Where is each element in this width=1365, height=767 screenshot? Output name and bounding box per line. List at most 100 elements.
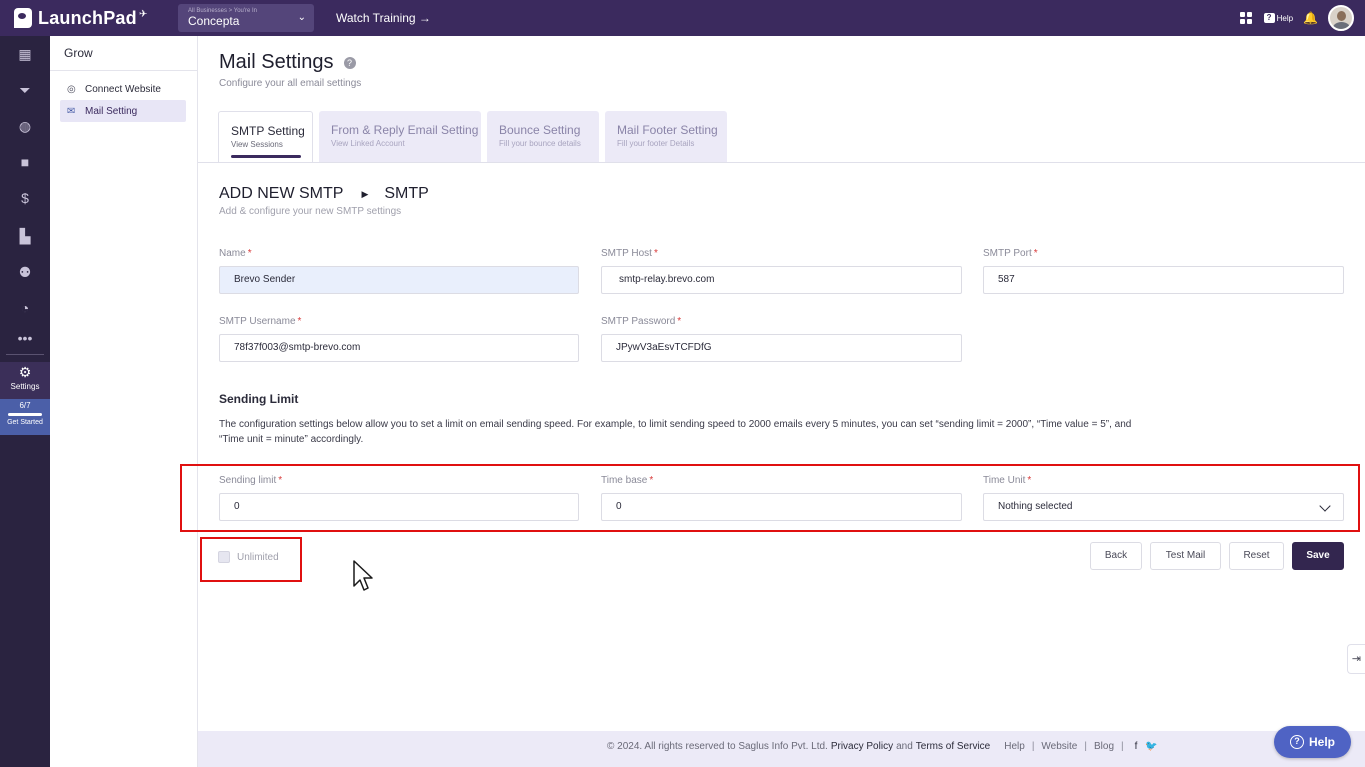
dashboard-icon[interactable]: ▦ xyxy=(0,44,50,64)
breadcrumb-parent[interactable]: ADD NEW SMTP xyxy=(219,185,343,203)
users-icon[interactable]: ⚉ xyxy=(0,262,50,282)
footer-separator: | xyxy=(1121,741,1124,752)
question-icon: ? xyxy=(1289,735,1304,749)
main-content: Mail Settings ? Configure your all email… xyxy=(180,36,1365,731)
logo-text: LaunchPad xyxy=(38,7,137,28)
caret-right-icon: ▶ xyxy=(361,188,369,199)
sidebar-item-connect-website[interactable]: ◎ Connect Website xyxy=(60,78,186,100)
test-mail-button[interactable]: Test Mail xyxy=(1150,542,1221,570)
get-started-widget[interactable]: 6/7 Get Started xyxy=(0,399,50,435)
tab-bar: SMTP Setting View Sessions From & Reply … xyxy=(218,111,733,162)
sidebar-title: Grow xyxy=(64,46,93,60)
smtp-host-field[interactable]: smtp-relay.brevo.com xyxy=(601,266,962,294)
reset-button[interactable]: Reset xyxy=(1229,542,1284,570)
tab-label: Bounce Setting xyxy=(499,123,581,137)
watch-training-link[interactable]: Watch Training → xyxy=(336,11,431,25)
footer-and: and xyxy=(896,741,913,752)
launchpad-logo-icon xyxy=(14,8,32,28)
sidebar-item-mail-setting[interactable]: ✉ Mail Setting xyxy=(60,100,186,122)
footer-separator: | xyxy=(1084,741,1087,752)
smtp-password-label: SMTP Password * xyxy=(601,316,682,327)
collapse-panel-icon[interactable]: ⇥ xyxy=(1347,644,1365,674)
secondary-sidebar: Grow ◎ Connect Website ✉ Mail Setting xyxy=(50,36,198,767)
sending-limit-description: The configuration settings below allow y… xyxy=(219,419,1132,445)
footer-help-link[interactable]: Help xyxy=(1004,741,1025,752)
page-title: Mail Settings ? xyxy=(219,51,356,74)
help-chat-button[interactable]: ? Help xyxy=(1274,726,1351,758)
get-started-label: Get Started xyxy=(7,419,43,426)
sidebar-item-label: Mail Setting xyxy=(85,105,138,117)
page-subtitle: Configure your all email settings xyxy=(219,78,362,89)
tab-smtp-setting[interactable]: SMTP Setting View Sessions xyxy=(218,111,313,162)
smtp-port-field[interactable]: 587 xyxy=(983,266,1344,294)
logo[interactable]: LaunchPad ✈ xyxy=(14,8,164,29)
back-button[interactable]: Back xyxy=(1090,542,1142,570)
settings-label: Settings xyxy=(10,382,40,391)
smtp-password-field[interactable]: JPywV3aEsvTCFDfG xyxy=(601,334,962,362)
terms-of-service-link[interactable]: Terms of Service xyxy=(916,741,990,752)
tab-active-indicator xyxy=(231,155,301,158)
breadcrumb-current: SMTP xyxy=(384,185,429,202)
tab-sublabel: View Linked Account xyxy=(331,139,405,148)
breadcrumb: ADD NEW SMTP ▶ SMTP xyxy=(219,185,429,203)
help-link[interactable]: ? Help xyxy=(1263,13,1294,23)
tab-mail-footer-setting[interactable]: Mail Footer Setting Fill your footer Det… xyxy=(605,111,727,162)
rocket-icon: ✈ xyxy=(138,8,148,20)
business-selector[interactable]: All Businesses > You're In Concepta ⌄ xyxy=(178,4,314,32)
smtp-host-label: SMTP Host * xyxy=(601,248,658,259)
globe-icon: ◎ xyxy=(67,83,76,95)
smtp-username-field[interactable]: 78f37f003@smtp-brevo.com xyxy=(219,334,579,362)
footer-website-link[interactable]: Website xyxy=(1041,741,1077,752)
highlight-box-unlimited xyxy=(200,537,302,582)
chart-icon[interactable]: ▙ xyxy=(0,226,50,246)
bell-icon[interactable]: 🔔 xyxy=(1303,11,1318,25)
mouse-cursor-icon xyxy=(353,560,373,591)
tabs-divider xyxy=(198,162,1365,163)
apps-grid-icon[interactable] xyxy=(1239,12,1252,24)
tab-sublabel: Fill your footer Details xyxy=(617,139,695,148)
tab-label: SMTP Setting xyxy=(231,124,305,138)
tab-sublabel: Fill your bounce details xyxy=(499,139,581,148)
footer-separator: | xyxy=(1031,741,1035,752)
tab-label: Mail Footer Setting xyxy=(617,123,718,137)
tab-bounce-setting[interactable]: Bounce Setting Fill your bounce details xyxy=(487,111,599,162)
facebook-icon[interactable]: f xyxy=(1135,741,1138,752)
avatar[interactable] xyxy=(1328,5,1354,31)
business-name: Concepta xyxy=(188,14,240,28)
smtp-username-label: SMTP Username * xyxy=(219,316,302,327)
sidebar-divider xyxy=(50,70,197,71)
footer-blog-link[interactable]: Blog xyxy=(1094,741,1114,752)
tab-from-reply-email-setting[interactable]: From & Reply Email Setting View Linked A… xyxy=(319,111,481,162)
section-subtitle: Add & configure your new SMTP settings xyxy=(219,206,402,217)
smtp-port-label: SMTP Port * xyxy=(983,248,1038,259)
help-icon: ? xyxy=(1263,13,1275,23)
highlight-box-limit-fields xyxy=(180,464,1360,532)
gear-icon: ⚙ xyxy=(18,364,32,380)
tab-sublabel: View Sessions xyxy=(231,140,283,149)
progress-count: 6/7 xyxy=(19,401,31,410)
help-label: Help xyxy=(1276,13,1294,23)
rail-divider xyxy=(6,354,44,355)
name-field[interactable]: Brevo Sender xyxy=(219,266,579,294)
help-chat-label: Help xyxy=(1308,735,1335,749)
gauge-icon[interactable]: ◔ xyxy=(0,298,50,318)
funnel-icon[interactable]: ⏷ xyxy=(0,80,50,100)
chevron-down-icon: ⌄ xyxy=(297,12,306,23)
settings-nav[interactable]: ⚙ Settings xyxy=(0,362,50,400)
video-icon[interactable]: ■ xyxy=(0,152,50,172)
more-icon[interactable]: ••• xyxy=(0,328,50,348)
question-icon[interactable]: ? xyxy=(343,56,356,69)
top-bar: LaunchPad ✈ All Businesses > You're In C… xyxy=(0,0,1365,36)
sidebar-item-label: Connect Website xyxy=(85,83,161,95)
page-title-text: Mail Settings xyxy=(219,51,334,73)
mail-icon: ✉ xyxy=(67,105,76,117)
privacy-policy-link[interactable]: Privacy Policy xyxy=(831,741,893,752)
save-button[interactable]: Save xyxy=(1292,542,1344,570)
dollar-icon[interactable]: $ xyxy=(0,188,50,208)
icon-rail: ▦ ⏷ ◍ ■ $ ▙ ⚉ ◔ ••• ⚙ Settings 6/7 Get S… xyxy=(0,36,50,767)
sending-limit-heading: Sending Limit xyxy=(219,392,299,406)
globe-icon[interactable]: ◍ xyxy=(0,116,50,136)
twitter-icon[interactable]: 🐦 xyxy=(1145,741,1157,752)
footer: © 2024. All rights reserved to Saglus In… xyxy=(198,731,1365,767)
tab-label: From & Reply Email Setting xyxy=(331,123,479,137)
